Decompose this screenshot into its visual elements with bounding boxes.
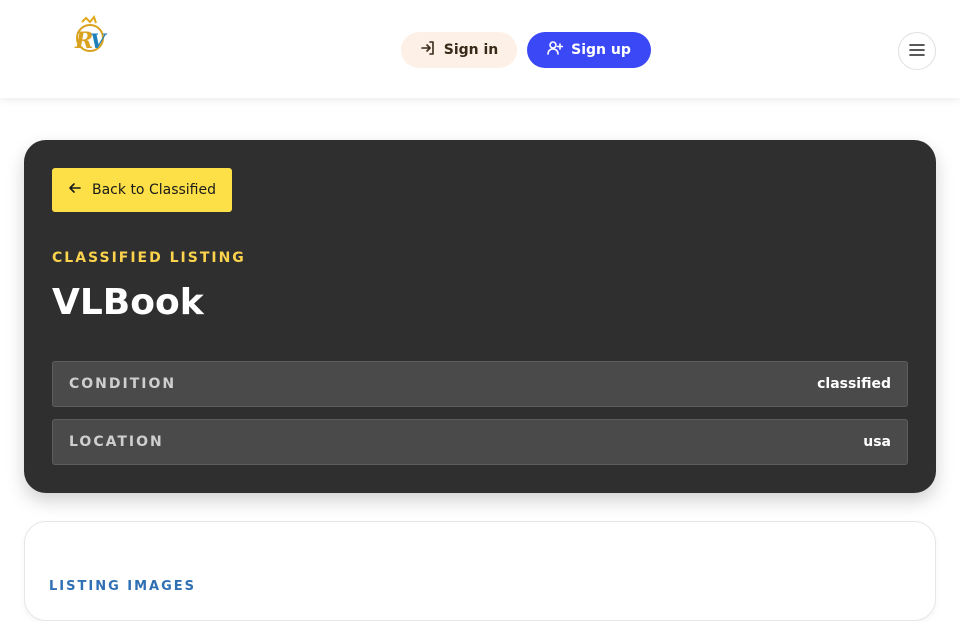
detail-label: LOCATION — [69, 434, 164, 450]
listing-images-heading: LISTING IMAGES — [49, 579, 197, 594]
rv-logo-icon[interactable]: R V — [64, 14, 114, 58]
sign-in-label: Sign in — [443, 42, 499, 58]
listing-title: VLBook — [52, 282, 204, 323]
back-to-classified-button[interactable]: Back to Classified — [52, 168, 232, 212]
detail-row-location: LOCATION usa — [52, 419, 908, 465]
arrow-left-icon — [68, 182, 82, 198]
sign-in-button[interactable]: Sign in — [401, 32, 517, 68]
svg-text:V: V — [90, 29, 108, 53]
sign-up-label: Sign up — [571, 42, 631, 58]
hamburger-menu-icon — [909, 42, 925, 61]
detail-value: classified — [817, 376, 891, 392]
login-arrow-icon — [420, 40, 436, 60]
user-plus-icon — [547, 40, 564, 60]
listing-eyebrow: CLASSIFIED LISTING — [52, 250, 246, 266]
listing-hero-card: Back to Classified CLASSIFIED LISTING VL… — [24, 140, 936, 493]
detail-row-condition: CONDITION classified — [52, 361, 908, 407]
listing-images-card: LISTING IMAGES — [24, 521, 936, 621]
site-header: R V Sign in Sign up — [0, 0, 960, 98]
detail-value: usa — [863, 434, 891, 450]
menu-button[interactable] — [898, 32, 936, 70]
detail-label: CONDITION — [69, 376, 177, 392]
back-label: Back to Classified — [92, 182, 216, 198]
sign-up-button[interactable]: Sign up — [527, 32, 651, 68]
